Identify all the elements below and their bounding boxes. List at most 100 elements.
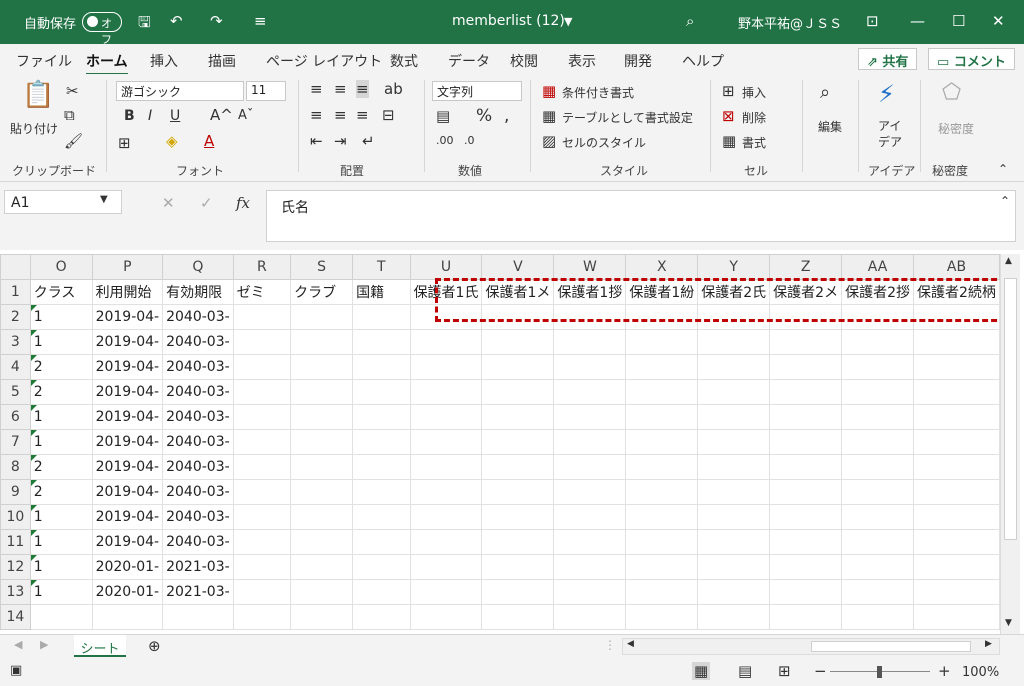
grid-cell[interactable] (409, 329, 483, 355)
grid-cell[interactable] (769, 604, 843, 630)
header-cell[interactable]: クラス (29, 279, 93, 305)
copy-icon[interactable]: ⧉ (64, 106, 75, 124)
grid-cell[interactable] (232, 529, 292, 555)
grid-cell[interactable] (913, 429, 1000, 455)
grid-cell[interactable] (697, 504, 771, 530)
column-header[interactable]: O (29, 254, 93, 280)
grid-cell[interactable] (625, 554, 699, 580)
grid-cell[interactable] (409, 304, 483, 330)
grid-cell[interactable]: 2020-01- (91, 579, 164, 605)
grid-cell[interactable] (352, 454, 411, 480)
grid-cell[interactable] (162, 604, 234, 630)
insert-function-icon[interactable]: fx (236, 194, 250, 212)
column-header[interactable]: T (352, 254, 411, 280)
underline-button[interactable]: U (170, 108, 180, 124)
grid-cell[interactable] (290, 429, 354, 455)
grid-cell[interactable] (553, 454, 627, 480)
row-header[interactable]: 7 (0, 429, 31, 455)
grid-cell[interactable] (625, 329, 699, 355)
grid-cell[interactable] (913, 329, 1000, 355)
tab-developer[interactable]: 開発 (624, 51, 652, 71)
grid-cell[interactable]: 2040-03- (162, 429, 234, 455)
share-button[interactable]: ⇗ 共有 (858, 48, 918, 70)
grid-cell[interactable] (697, 579, 771, 605)
grid-cell[interactable] (232, 554, 292, 580)
grid-cell[interactable] (841, 529, 915, 555)
delete-cells-icon[interactable]: ⊠ (722, 107, 735, 125)
grid-cell[interactable] (625, 579, 699, 605)
grid-cell[interactable] (769, 304, 843, 330)
column-header[interactable]: W (553, 254, 627, 280)
grid-cell[interactable]: 2019-04- (91, 304, 164, 330)
column-header[interactable]: P (91, 254, 164, 280)
grid-cell[interactable]: 1 (29, 554, 93, 580)
grid-cell[interactable] (913, 554, 1000, 580)
grid-cell[interactable] (553, 304, 627, 330)
grid-cell[interactable] (91, 604, 164, 630)
grid-cell[interactable] (481, 479, 555, 505)
grid-cell[interactable] (352, 354, 411, 380)
grid-cell[interactable] (553, 379, 627, 405)
bold-button[interactable]: B (124, 108, 135, 124)
column-header[interactable]: AA (841, 254, 915, 280)
zoom-slider-knob[interactable] (877, 666, 882, 678)
grid-cell[interactable] (625, 304, 699, 330)
grid-cell[interactable] (409, 504, 483, 530)
tab-file[interactable]: ファイル (16, 51, 72, 71)
grid-cell[interactable] (232, 429, 292, 455)
grid-cell[interactable] (352, 404, 411, 430)
row-header[interactable]: 6 (0, 404, 31, 430)
tab-review[interactable]: 校閲 (510, 51, 538, 71)
grid-cell[interactable]: 2019-04- (91, 479, 164, 505)
vertical-scrollbar[interactable]: ▲ ▼ (1000, 254, 1020, 634)
delete-cells-label[interactable]: 削除 (742, 109, 766, 126)
grid-cell[interactable] (553, 479, 627, 505)
header-cell[interactable]: 利用開始 (91, 279, 164, 305)
expand-formula-icon[interactable]: ⌃ (1000, 194, 1010, 208)
column-header[interactable]: Z (769, 254, 843, 280)
horizontal-scrollbar[interactable]: ◀ ▶ (622, 638, 1000, 655)
grid-cell[interactable] (913, 404, 1000, 430)
maximize-icon[interactable]: ☐ (952, 12, 965, 30)
grid-cell[interactable] (769, 579, 843, 605)
grid-cell[interactable]: 2021-03- (162, 579, 234, 605)
format-cells-label[interactable]: 書式 (742, 134, 766, 151)
grid-cell[interactable] (409, 604, 483, 630)
find-icon[interactable]: ⌕ (820, 82, 830, 103)
grid-cell[interactable] (625, 354, 699, 380)
grid-cell[interactable] (409, 479, 483, 505)
align-top-icon[interactable]: ≡ (310, 80, 323, 98)
grid-cell[interactable]: 2019-04- (91, 529, 164, 555)
grid-cell[interactable] (769, 429, 843, 455)
save-icon[interactable]: 🖫 (138, 12, 151, 37)
grid-cell[interactable]: 2019-04- (91, 454, 164, 480)
header-cell[interactable]: 保護者2拶 (841, 279, 915, 305)
grid-cell[interactable] (841, 379, 915, 405)
grid-cell[interactable] (481, 354, 555, 380)
grid-cell[interactable] (769, 379, 843, 405)
grid-cell[interactable] (841, 554, 915, 580)
grid-cell[interactable] (481, 429, 555, 455)
edit-label[interactable]: 編集 (818, 118, 842, 135)
grid-cell[interactable] (841, 579, 915, 605)
grid-cell[interactable] (913, 354, 1000, 380)
header-cell[interactable]: 国籍 (352, 279, 411, 305)
scroll-right-icon[interactable]: ▶ (985, 639, 992, 649)
grid-cell[interactable] (481, 379, 555, 405)
undo-icon[interactable]: ↶ (170, 12, 183, 30)
collapse-ribbon-icon[interactable]: ⌃ (998, 162, 1008, 176)
comment-button[interactable]: ▭ コメント (928, 48, 1015, 70)
grid-cell[interactable] (481, 529, 555, 555)
grid-cell[interactable] (697, 379, 771, 405)
conditional-format-label[interactable]: 条件付き書式 (562, 84, 634, 101)
row-header[interactable]: 2 (0, 304, 31, 330)
grid-cell[interactable] (232, 504, 292, 530)
search-icon[interactable]: ⌕ (686, 12, 694, 30)
row-header[interactable]: 12 (0, 554, 31, 580)
grid-cell[interactable]: 2020-01- (91, 554, 164, 580)
grid-cell[interactable] (290, 404, 354, 430)
grid-cell[interactable]: 1 (29, 404, 93, 430)
grid-cell[interactable] (409, 454, 483, 480)
increase-decimal-icon[interactable]: .00 (436, 134, 454, 147)
ideas-icon[interactable]: ⚡ (878, 80, 895, 108)
